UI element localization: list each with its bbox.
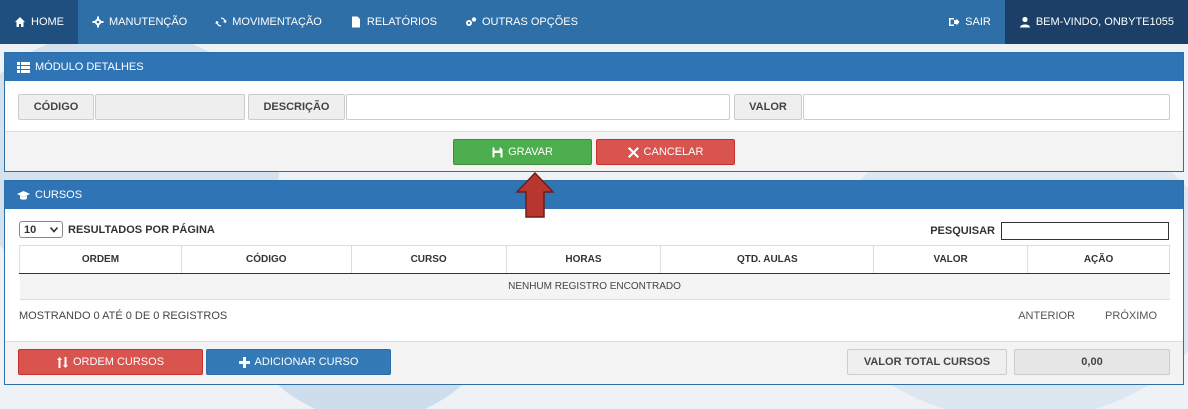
gravar-button[interactable]: GRAVAR [453,139,592,165]
col-acao[interactable]: AÇÃO [1027,245,1170,274]
col-valor[interactable]: VALOR [873,245,1029,274]
modulo-detalhes-panel: MÓDULO DETALHES CÓDIGO DESCRIÇÃO VALOR G… [4,52,1184,172]
top-navbar: HOME MANUTENÇÃO MOVIMENTAÇÃO RELATÓRIOS … [0,0,1188,44]
home-icon [15,17,25,27]
search-input[interactable] [1001,222,1169,240]
pagination-next[interactable]: PRÓXIMO [1105,310,1157,322]
plus-icon [238,356,250,368]
page-length-select[interactable]: 10 [19,221,63,238]
file-icon [351,16,360,28]
descricao-field[interactable] [346,94,730,120]
valor-total-field: 0,00 [1014,349,1170,375]
nav-user-label: BEM-VINDO, ONBYTE1055 [1035,16,1174,28]
ordem-cursos-label: ORDEM CURSOS [72,356,165,368]
modulo-detalhes-heading: MÓDULO DETALHES [5,53,1183,81]
gear-icon [92,16,104,28]
table-header-row: ORDEM CÓDIGO CURSO HORAS QTD. AULAS VALO… [19,245,1170,274]
nav-relatorios[interactable]: RELATÓRIOS [336,0,451,44]
graduation-cap-icon [17,190,30,200]
nav-outras-opcoes[interactable]: OUTRAS OPÇÕES [451,0,592,44]
nav-home[interactable]: HOME [0,0,78,44]
pagination-previous[interactable]: ANTERIOR [1018,310,1075,322]
col-codigo[interactable]: CÓDIGO [181,245,352,274]
chevron-down-icon [50,226,58,233]
nav-sair-label: SAIR [965,16,991,28]
results-per-page-label: RESULTADOS POR PÁGINA [68,223,215,236]
close-icon [627,146,639,158]
page-length-control: 10 RESULTADOS POR PÁGINA [19,221,215,238]
col-ordem[interactable]: ORDEM [19,245,182,274]
col-curso[interactable]: CURSO [351,245,507,274]
cursos-heading: CURSOS [5,181,1183,209]
user-icon [1019,16,1030,28]
adicionar-curso-label: ADICIONAR CURSO [254,356,359,368]
codigo-field[interactable] [95,94,245,120]
cogs-icon [465,17,477,26]
sign-out-icon [949,18,960,26]
codigo-label: CÓDIGO [18,94,94,120]
search-control: PESQUISAR [930,222,1169,240]
empty-table-message: NENHUM REGISTRO ENCONTRADO [19,273,1170,300]
valor-label: VALOR [734,94,802,120]
cancelar-button[interactable]: CANCELAR [596,139,735,165]
nav-movimentacao-label: MOVIMENTAÇÃO [232,16,322,28]
nav-user[interactable]: BEM-VINDO, ONBYTE1055 [1004,0,1188,44]
col-qtd-aulas[interactable]: QTD. AULAS [660,245,875,274]
cursos-table: ORDEM CÓDIGO CURSO HORAS QTD. AULAS VALO… [19,245,1170,300]
cursos-title: CURSOS [35,189,83,201]
descricao-label: DESCRIÇÃO [248,94,345,120]
list-icon [17,61,30,73]
refresh-icon [215,17,227,27]
nav-manutencao[interactable]: MANUTENÇÃO [78,0,201,44]
nav-relatorios-label: RELATÓRIOS [366,16,437,28]
table-row: NENHUM REGISTRO ENCONTRADO [19,273,1170,300]
nav-sair[interactable]: SAIR [934,0,1005,44]
modulo-detalhes-title: MÓDULO DETALHES [35,61,144,73]
nav-home-label: HOME [31,16,64,28]
search-label: PESQUISAR [930,225,995,237]
cursos-panel: CURSOS 10 RESULTADOS POR PÁGINA PESQUISA… [4,180,1184,385]
sort-icon [56,356,68,368]
cursos-footer: ORDEM CURSOS ADICIONAR CURSO VALOR TOTAL… [5,341,1183,384]
table-info: MOSTRANDO 0 ATÉ 0 DE 0 REGISTROS [19,310,228,322]
valor-field[interactable] [803,94,1170,120]
annotation-arrow-icon [515,172,555,218]
valor-total-label: VALOR TOTAL CURSOS [847,349,1007,375]
nav-movimentacao[interactable]: MOVIMENTAÇÃO [201,0,336,44]
nav-outras-opcoes-label: OUTRAS OPÇÕES [481,16,578,28]
cancelar-label: CANCELAR [643,146,704,158]
page-length-value: 10 [24,223,37,236]
adicionar-curso-button[interactable]: ADICIONAR CURSO [206,349,391,375]
nav-manutencao-label: MANUTENÇÃO [109,16,188,28]
col-horas[interactable]: HORAS [506,245,662,274]
ordem-cursos-button[interactable]: ORDEM CURSOS [18,349,203,375]
gravar-label: GRAVAR [508,146,553,158]
pagination: ANTERIOR PRÓXIMO [1018,310,1157,322]
modulo-detalhes-footer: GRAVAR CANCELAR [5,131,1183,171]
save-icon [492,147,503,157]
